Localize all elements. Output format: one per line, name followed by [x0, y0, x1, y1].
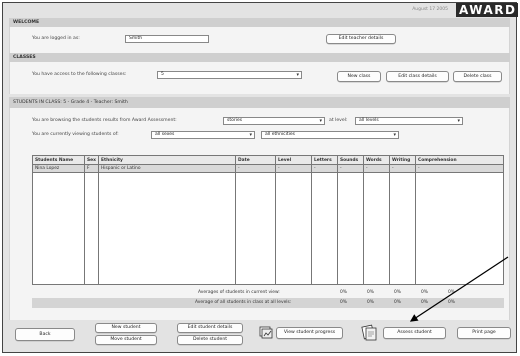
pointer-arrow-icon — [409, 256, 509, 322]
app-window: August 17 2005 AWARD WELCOME You are log… — [2, 2, 518, 353]
